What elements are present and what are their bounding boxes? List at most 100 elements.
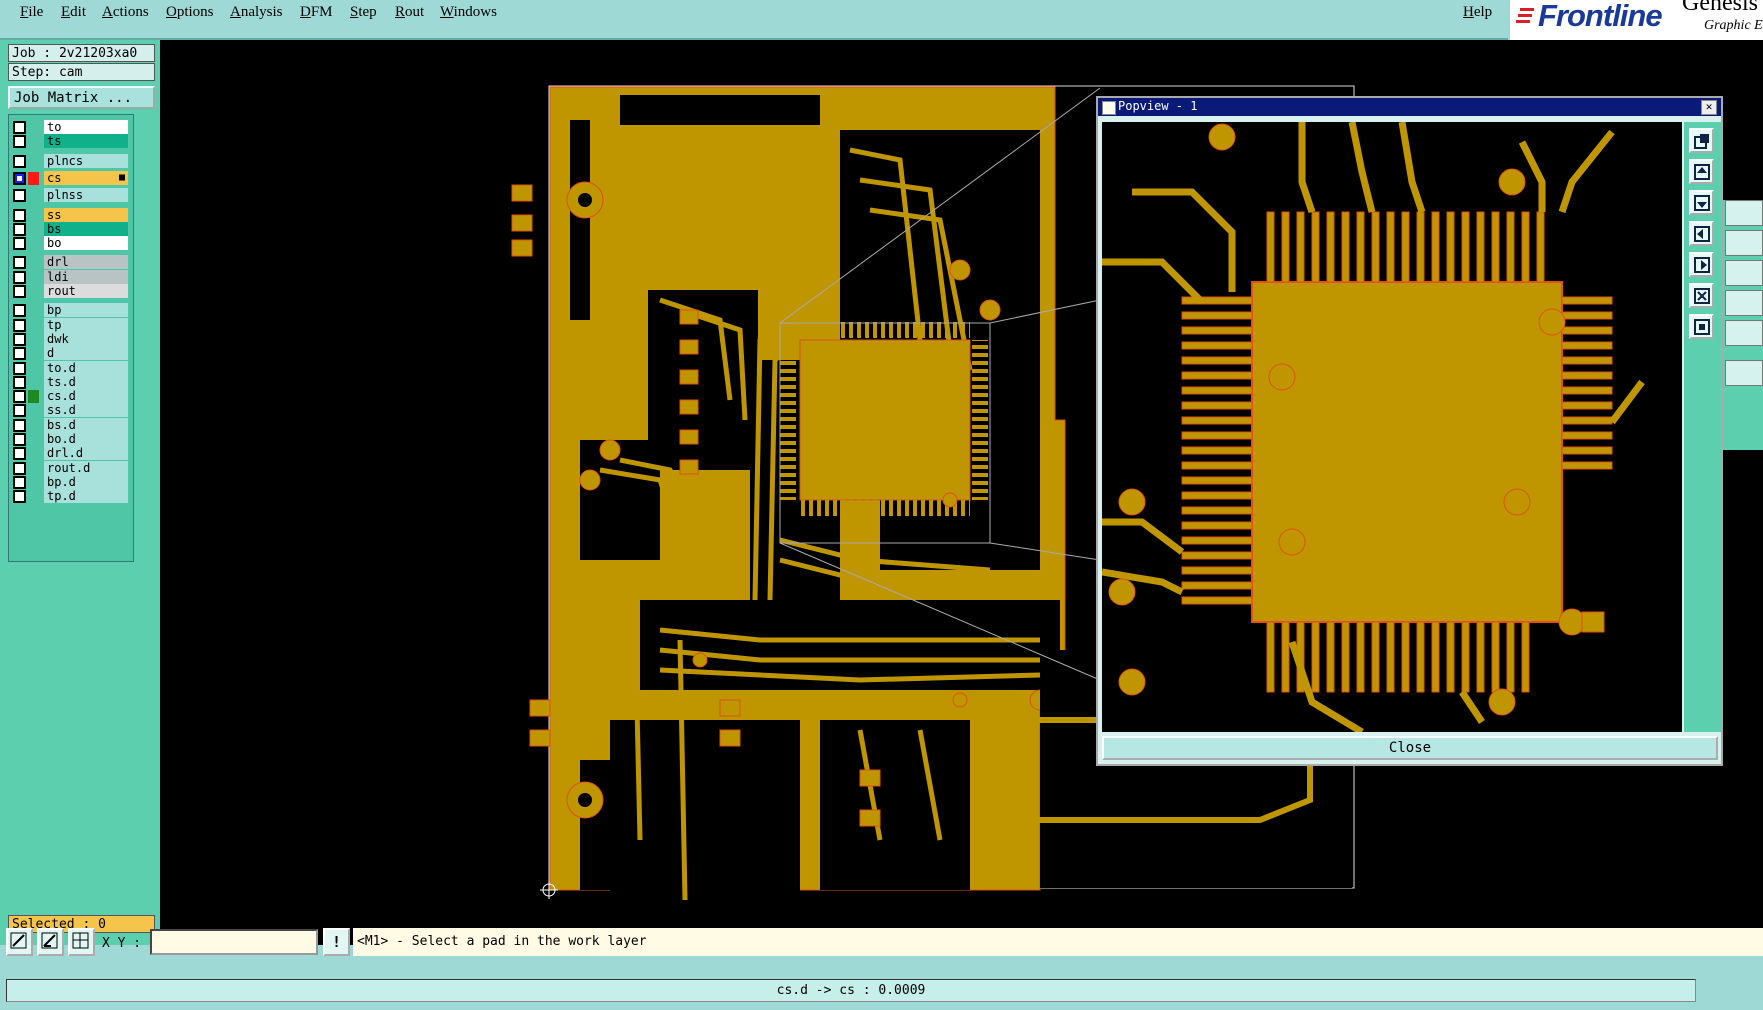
layer-name[interactable]: tp.d [44, 489, 128, 504]
popview-zoom-view[interactable] [1102, 122, 1682, 732]
layer-row-bs-d[interactable]: bs.d [11, 417, 129, 433]
layer-checkbox[interactable] [13, 375, 26, 389]
layer-name[interactable]: bp [44, 303, 128, 318]
layer-row-ldi[interactable]: ldi [11, 269, 129, 285]
layer-name[interactable]: d [44, 346, 128, 361]
side-tab[interactable] [1725, 200, 1763, 226]
window-menu-icon[interactable] [1102, 101, 1116, 115]
layer-row-tp[interactable]: tp [11, 317, 129, 333]
side-tab[interactable] [1725, 230, 1763, 256]
side-tab[interactable] [1725, 260, 1763, 286]
layer-checkbox[interactable] [13, 361, 26, 375]
layer-row-cs-d[interactable]: cs.d [11, 389, 129, 404]
side-tab[interactable] [1725, 290, 1763, 316]
layer-row-drl-d[interactable]: drl.d [11, 446, 129, 461]
layer-name[interactable]: bo [44, 236, 128, 251]
layer-row-rout[interactable]: rout [11, 284, 129, 299]
close-icon[interactable]: ✕ [1701, 100, 1717, 115]
layer-checkbox[interactable] [13, 433, 26, 446]
zoom-home-button[interactable] [1689, 128, 1714, 153]
layer-row-rout-d[interactable]: rout.d [11, 460, 129, 476]
layer-checkbox[interactable] [13, 347, 26, 361]
layer-checkbox[interactable] [13, 222, 26, 236]
layer-name[interactable]: bo.d [44, 432, 128, 446]
layer-name[interactable]: drl.d [44, 446, 128, 461]
side-tab[interactable] [1725, 360, 1763, 386]
layer-row-bo[interactable]: bo [11, 236, 129, 251]
layer-row-bs[interactable]: bs [11, 221, 129, 237]
layer-row-ts-d[interactable]: ts.d [11, 374, 129, 390]
layer-row-bo-d[interactable]: bo.d [11, 432, 129, 447]
layer-row-plncs[interactable]: plncs [11, 153, 129, 169]
layer-checkbox[interactable] [13, 404, 26, 418]
menu-edit[interactable]: Edit [61, 4, 86, 21]
layer-name[interactable]: ts.d [44, 374, 128, 389]
menu-analysis[interactable]: Analysis [230, 4, 283, 21]
layer-row-to-d[interactable]: to.d [11, 360, 129, 376]
xy-coordinate-input[interactable] [150, 929, 318, 955]
layer-name[interactable]: dwk [44, 331, 128, 346]
layer-checkbox[interactable] [13, 171, 26, 185]
layer-checkbox[interactable] [13, 135, 26, 149]
zoom-out-button[interactable] [1689, 314, 1714, 339]
layer-checkbox[interactable] [13, 318, 26, 332]
layer-name[interactable]: ss.d [44, 403, 128, 418]
popview-titlebar[interactable]: Popview - 1 ✕ [1098, 98, 1721, 116]
layer-row-bp[interactable]: bp [11, 303, 129, 318]
layer-checkbox[interactable] [13, 447, 26, 461]
layer-name[interactable]: bs [44, 221, 128, 236]
layer-row-cs[interactable]: cs ■ [11, 170, 129, 186]
layer-row-plnss[interactable]: plnss [11, 188, 129, 203]
layer-name[interactable]: rout [44, 284, 128, 298]
layer-checkbox[interactable] [13, 490, 26, 504]
side-tab[interactable] [1725, 320, 1763, 346]
layer-name[interactable]: to [44, 120, 128, 134]
snap-tool-button[interactable] [6, 928, 33, 956]
layer-name[interactable]: bs.d [44, 417, 128, 432]
prompt-icon[interactable]: ! [323, 928, 350, 956]
menu-actions[interactable]: Actions [102, 4, 149, 21]
measure-tool-button[interactable] [37, 928, 64, 956]
menu-rout[interactable]: Rout [395, 4, 424, 21]
layer-checkbox[interactable] [13, 285, 26, 298]
zoom-in-button[interactable] [1689, 283, 1714, 308]
menu-options[interactable]: Options [166, 4, 214, 21]
layer-name[interactable]: ldi [44, 269, 128, 284]
layer-checkbox[interactable] [13, 461, 26, 475]
menu-dfm[interactable]: DFM [300, 4, 333, 21]
layer-checkbox[interactable] [13, 475, 26, 489]
layer-row-to[interactable]: to [11, 120, 129, 135]
layer-row-ss[interactable]: ss [11, 207, 129, 223]
layer-name[interactable]: drl [44, 255, 128, 270]
layer-checkbox[interactable] [13, 304, 26, 318]
layer-name[interactable]: tp [44, 317, 128, 332]
layer-checkbox[interactable] [13, 237, 26, 251]
layer-row-dwk[interactable]: dwk [11, 331, 129, 347]
layer-row-ts[interactable]: ts [11, 134, 129, 149]
layer-checkbox[interactable] [13, 418, 26, 432]
pan-left-button[interactable] [1689, 221, 1714, 246]
layer-name[interactable]: ts [44, 134, 128, 149]
layer-name[interactable]: to.d [44, 360, 128, 375]
pan-down-button[interactable] [1689, 190, 1714, 215]
layer-name[interactable]: ss [44, 207, 128, 222]
pan-up-button[interactable] [1689, 159, 1714, 184]
layer-name[interactable]: cs.d [44, 389, 128, 404]
layer-checkbox[interactable] [13, 189, 26, 203]
layer-checkbox[interactable] [13, 121, 26, 134]
pan-right-button[interactable] [1689, 252, 1714, 277]
layer-checkbox[interactable] [13, 332, 26, 346]
grid-tool-button[interactable] [68, 928, 95, 956]
menu-step[interactable]: Step [350, 4, 377, 21]
layer-checkbox[interactable] [13, 270, 26, 284]
popview-close-button[interactable]: Close [1102, 736, 1718, 760]
layer-row-ss-d[interactable]: ss.d [11, 403, 129, 418]
layer-name[interactable]: plncs [44, 153, 128, 168]
layer-checkbox[interactable] [13, 208, 26, 222]
layer-name[interactable]: rout.d [44, 460, 128, 475]
menu-help[interactable]: Help [1463, 4, 1492, 21]
layer-checkbox[interactable] [13, 256, 26, 270]
job-matrix-button[interactable]: Job Matrix ... [8, 86, 155, 109]
layer-checkbox[interactable] [13, 154, 26, 168]
layer-row-d[interactable]: d [11, 346, 129, 361]
